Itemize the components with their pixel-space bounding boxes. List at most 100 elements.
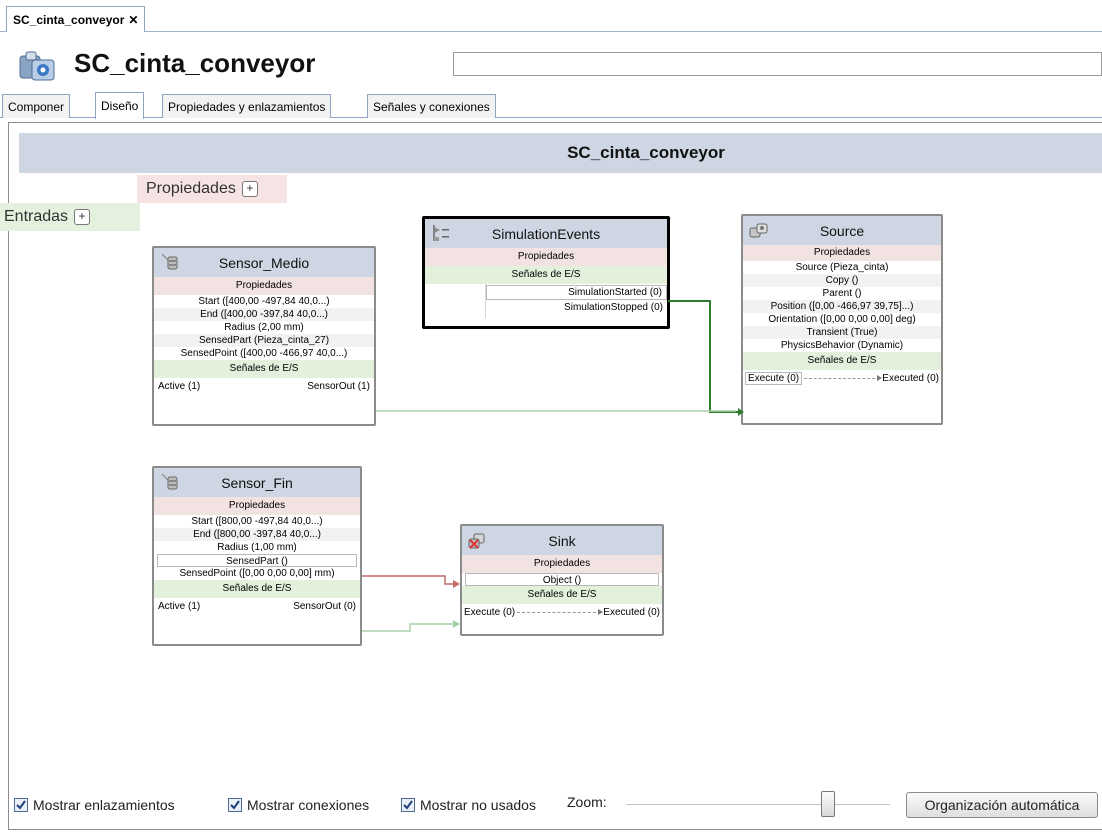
property-row[interactable]: Source (Pieza_cinta) [743,261,941,274]
property-row[interactable]: End ([400,00 -397,84 40,0...) [154,308,374,321]
source-icon [749,223,768,238]
output-signal[interactable]: SimulationStopped (0) [486,300,667,316]
signals-section-header: Señales de E/S [154,360,374,378]
tab-diseno[interactable]: Diseño [95,92,145,119]
component-sensor-medio[interactable]: Sensor_Medio Propiedades Start ([400,00 … [152,246,376,426]
bottom-toolbar: Mostrar enlazamientos Mostrar conexiones… [8,790,1102,820]
property-row[interactable]: Radius (1,00 mm) [154,541,360,554]
root-window: SC_cinta_conveyor ✕ SC_cinta_conveyor Co… [0,0,1102,836]
page-title: SC_cinta_conveyor [74,48,316,78]
property-row[interactable]: Copy () [743,274,941,287]
property-row[interactable]: SensedPart (Pieza_cinta_27) [154,334,374,347]
input-signal[interactable]: Execute (0) [745,371,803,385]
zoom-label: Zoom: [567,794,607,810]
add-property-button[interactable]: + [241,181,258,197]
component-title: SimulationEvents [491,225,601,242]
show-connections-checkbox[interactable]: Mostrar conexiones [228,797,369,813]
property-row[interactable]: Position ([0,00 -466,97 39,75]...) [743,300,941,313]
input-signal[interactable]: Active (1) [158,601,200,612]
canvas-title-banner: SC_cinta_conveyor [19,133,1102,173]
signals-section-header: Señales de E/S [462,586,662,604]
signal-row: Execute (0) Executed (0) [462,604,662,620]
property-row[interactable]: SensedPart () [157,554,357,567]
show-links-label: Mostrar enlazamientos [33,797,175,813]
tab-componer[interactable]: Componer [2,94,71,118]
properties-section-header: Propiedades [154,497,360,515]
show-unused-checkbox[interactable]: Mostrar no usados [401,797,536,813]
component-header-bar: Sensor_Medio [154,248,374,277]
add-input-button[interactable]: + [74,209,91,225]
property-row[interactable]: Start ([400,00 -497,84 40,0...) [154,295,374,308]
property-row[interactable]: Radius (2,00 mm) [154,321,374,334]
tab-propiedades-enlazamientos[interactable]: Propiedades y enlazamientos [162,94,332,118]
properties-section-header: Propiedades [462,555,662,573]
document-tab-bar: SC_cinta_conveyor ✕ [0,0,1102,32]
sensor-icon [161,473,178,490]
properties-strip: Propiedades + [137,175,287,203]
component-sink[interactable]: Sink Propiedades Object () Señales de E/… [460,524,664,636]
signals-section-header: Señales de E/S [425,266,667,284]
signal-row: Execute (0) Executed (0) [743,370,941,386]
property-row[interactable]: Start ([800,00 -497,84 40,0...) [154,515,360,528]
component-simulation-events[interactable]: SimulationEvents Propiedades Señales de … [422,216,670,329]
zoom-slider-thumb[interactable] [821,791,835,817]
show-connections-label: Mostrar conexiones [247,797,370,813]
execute-link-arrow [804,374,883,381]
signal-row: Active (1) SensorOut (0) [154,598,360,614]
output-signal[interactable]: SensorOut (0) [293,601,356,612]
component-header-bar: Source [743,216,941,245]
smart-component-icon [19,51,55,81]
component-title: Sensor_Fin [221,474,293,491]
component-header-bar: Sink [462,526,662,555]
signal-row: Active (1) SensorOut (1) [154,378,374,394]
component-title: Sink [548,532,576,549]
tab-bar: Componer Diseño Propiedades y enlazamien… [0,92,1102,119]
component-sensor-fin[interactable]: Sensor_Fin Propiedades Start ([800,00 -4… [152,466,362,646]
document-tab[interactable]: SC_cinta_conveyor ✕ [6,6,146,32]
auto-layout-button[interactable]: Organización automática [906,792,1098,818]
tab-senales-conexiones[interactable]: Señales y conexiones [367,94,496,118]
zoom-slider-track[interactable] [626,804,890,806]
signals-section-header: Señales de E/S [154,580,360,598]
property-row[interactable]: End ([800,00 -397,84 40,0...) [154,528,360,541]
properties-strip-label: Propiedades [146,180,236,197]
simulation-events-icon [433,225,449,241]
show-links-checkbox[interactable]: Mostrar enlazamientos [14,797,175,813]
sink-icon [468,533,485,549]
component-header-bar: SimulationEvents [425,219,667,248]
output-signal[interactable]: Executed (0) [603,607,660,618]
component-header-bar: Sensor_Fin [154,468,360,497]
document-tab-label: SC_cinta_conveyor [13,12,125,27]
checkbox-checked-icon[interactable] [228,798,242,812]
output-signal[interactable]: SimulationStarted (0) [486,285,667,300]
component-source[interactable]: Source Propiedades Source (Pieza_cinta) … [741,214,943,425]
signals-section-header: Señales de E/S [743,352,941,370]
property-row[interactable]: Parent () [743,287,941,300]
inputs-strip: Entradas + [0,203,140,231]
output-signal[interactable]: Executed (0) [882,373,939,384]
properties-section-header: Propiedades [154,277,374,295]
checkbox-checked-icon[interactable] [401,798,415,812]
properties-section-header: Propiedades [743,245,941,261]
property-row[interactable]: Object () [465,573,659,586]
property-row[interactable]: SensedPoint ([0,00 0,00 0,00] mm) [154,567,360,580]
component-header: SC_cinta_conveyor [0,38,1102,90]
signal-grid: SimulationStarted (0) SimulationStopped … [425,284,667,318]
execute-link-arrow [517,608,604,615]
show-unused-label: Mostrar no usados [420,797,536,813]
component-title: Source [819,222,865,239]
output-signal[interactable]: SensorOut (1) [307,381,370,392]
input-signal[interactable]: Execute (0) [464,607,515,618]
property-row[interactable]: Orientation ([0,00 0,00 0,00] deg) [743,313,941,326]
canvas-title: SC_cinta_conveyor [567,143,725,162]
property-row[interactable]: PhysicsBehavior (Dynamic) [743,339,941,352]
close-icon[interactable]: ✕ [128,13,138,27]
property-row[interactable]: Transient (True) [743,326,941,339]
description-field[interactable] [453,52,1102,76]
property-row[interactable]: SensedPoint ([400,00 -466,97 40,0...) [154,347,374,360]
properties-section-header: Propiedades [425,248,667,266]
checkbox-checked-icon[interactable] [14,798,28,812]
sensor-icon [161,253,178,270]
input-signal[interactable]: Active (1) [158,381,200,392]
inputs-strip-label: Entradas [4,208,69,225]
